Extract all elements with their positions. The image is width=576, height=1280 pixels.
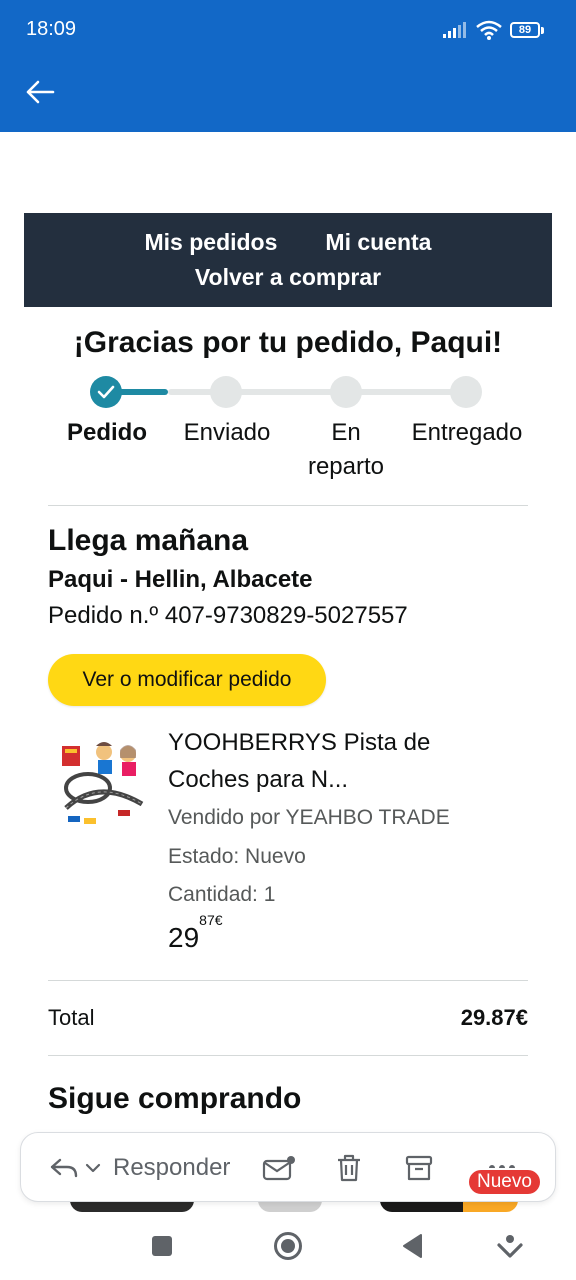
mail-unread-icon [262,1156,295,1181]
product-seller: Vendido por YEAHBO TRADE [168,806,450,829]
signal-icon [443,22,466,38]
divider [48,1055,528,1056]
battery-icon: 89 [510,22,544,38]
reply-button[interactable]: Responder [49,1133,230,1203]
step-shipped-dot [210,376,242,408]
step-out-for-delivery-line1: En [331,419,361,446]
step-out-for-delivery-dot [330,376,362,408]
arrow-left-icon [26,80,55,104]
system-navigation-bar [0,1212,576,1280]
total-label: Total [48,1005,95,1030]
archive-button[interactable] [401,1150,437,1186]
new-badge: Nuevo [467,1168,542,1196]
product-price: 2987€ [168,912,223,954]
step-out-for-delivery-line2: reparto [307,453,385,480]
product-title-line1: YOOHBERRYS Pista de [168,729,431,756]
my-account-link[interactable]: Mi cuenta [325,229,431,256]
price-whole: 29 [168,922,200,953]
my-orders-link[interactable]: Mis pedidos [145,229,278,256]
reply-label: Responder [113,1154,231,1181]
trash-icon [338,1154,360,1182]
arrival-heading: Llega mañana [48,524,249,557]
buy-again-link[interactable]: Volver a comprar [195,264,381,290]
battery-level: 89 [510,22,540,38]
back-button[interactable] [22,74,58,110]
thanks-heading: ¡Gracias por tu pedido, Paqui! [73,326,503,359]
status-icons: 89 [442,20,544,40]
step-delivered-label: Entregado [411,419,523,446]
step-out-for-delivery-label: En reparto [281,416,411,484]
keep-shopping-heading: Sigue comprando [48,1082,302,1115]
step-shipped-label: Enviado [183,419,271,446]
triangle-back-icon [403,1234,422,1258]
product-condition: Estado: Nuevo [168,845,306,868]
order-number: Pedido n.º 407-9730829-5027557 [48,602,408,629]
product-quantity: Cantidad: 1 [168,883,276,906]
delete-button[interactable] [331,1150,367,1186]
view-order-button[interactable]: Ver o modificar pedido [48,654,326,706]
product-title[interactable]: YOOHBERRYS Pista de Coches para N... [168,724,498,798]
ship-to: Paqui - Hellin, Albacete [48,566,313,593]
divider [48,980,528,981]
recent-apps-button[interactable] [144,1228,180,1264]
price-fraction: 87€ [199,911,223,928]
reply-icon [50,1158,78,1178]
email-nav-bar: Mis pedidos Mi cuenta Volver a comprar [24,213,552,307]
home-button[interactable] [270,1228,306,1264]
email-action-toolbar: Responder Nuevo [20,1132,556,1202]
product-image[interactable] [58,738,148,830]
product-title-line2: Coches para N... [168,766,349,793]
order-progress: Pedido Enviado En reparto Entregado [48,374,528,494]
circle-icon [274,1232,302,1260]
archive-icon [405,1155,433,1181]
step-ordered-dot [90,376,122,408]
assistant-button[interactable] [492,1228,528,1264]
step-delivered-dot [450,376,482,408]
check-icon [97,385,115,399]
step-ordered-label: Pedido [66,419,147,446]
divider [48,505,528,506]
app-header: 18:09 89 [0,0,576,132]
total-value: 29.87€ [460,1005,528,1030]
back-nav-button[interactable] [394,1228,430,1264]
assistant-icon [497,1235,523,1258]
chevron-down-icon[interactable] [85,1162,101,1174]
mark-unread-button[interactable] [261,1150,297,1186]
wifi-icon [476,20,502,40]
status-time: 18:09 [26,18,77,40]
square-icon [152,1236,172,1256]
